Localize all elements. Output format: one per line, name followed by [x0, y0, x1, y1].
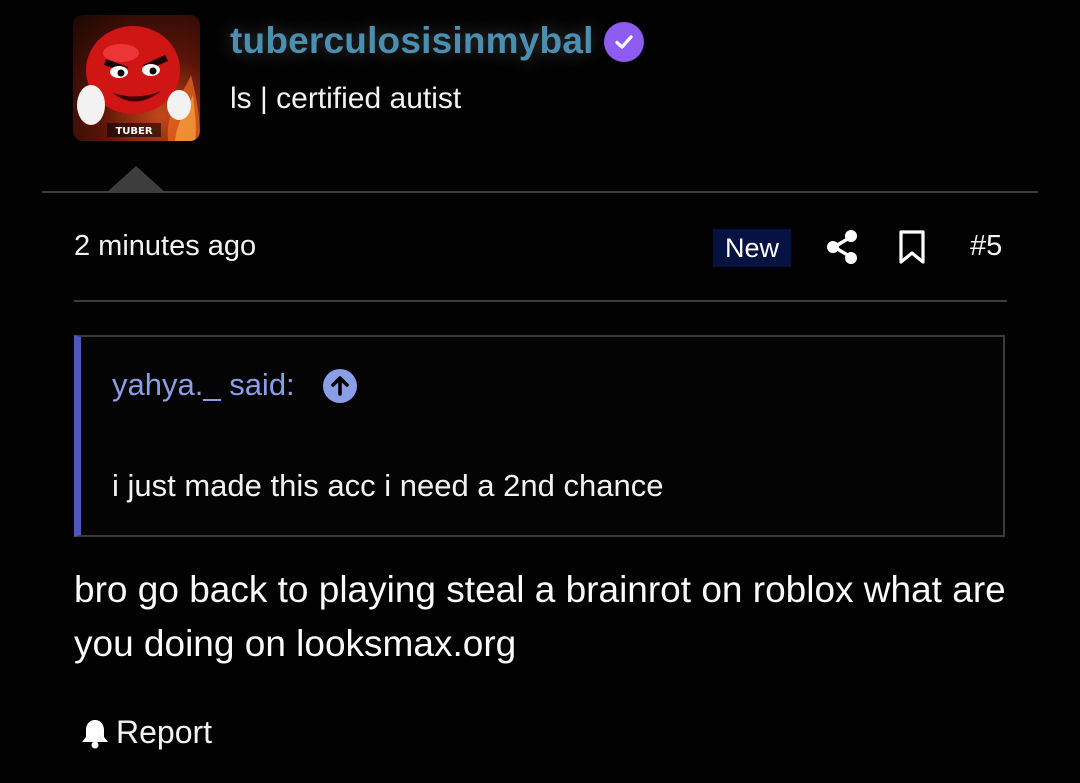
post-body: bro go back to playing steal a brainrot … [74, 569, 1006, 664]
quote-block [74, 335, 1005, 537]
bookmark-icon[interactable] [899, 230, 925, 264]
report-label: Report [116, 714, 213, 750]
user-avatar[interactable]: TUBER [73, 15, 200, 141]
report-button[interactable]: Report [80, 714, 212, 751]
post-timestamp[interactable]: 2 minutes ago [74, 230, 256, 263]
new-badge: New [713, 229, 791, 267]
bell-icon [82, 719, 108, 748]
svg-text:TUBER: TUBER [115, 126, 152, 137]
share-icon[interactable] [825, 229, 859, 265]
avatar-image: TUBER [77, 26, 200, 141]
user-block-pointer [106, 166, 166, 193]
divider [42, 191, 1038, 193]
quote-author-link[interactable]: yahya._ said: [112, 367, 295, 403]
quote-text: i just made this acc i need a 2nd chance [112, 468, 664, 503]
user-title: ls | certified autist [230, 82, 462, 115]
username-link[interactable]: tuberculosisinmybal [230, 20, 594, 62]
message-post: TUBER tuberculosisinmybal ls | certified… [0, 0, 1080, 783]
arrow-up-circle-icon[interactable] [323, 369, 357, 403]
check-badge-icon [604, 22, 644, 62]
divider [74, 300, 1007, 302]
post-number-link[interactable]: #5 [970, 230, 1002, 263]
